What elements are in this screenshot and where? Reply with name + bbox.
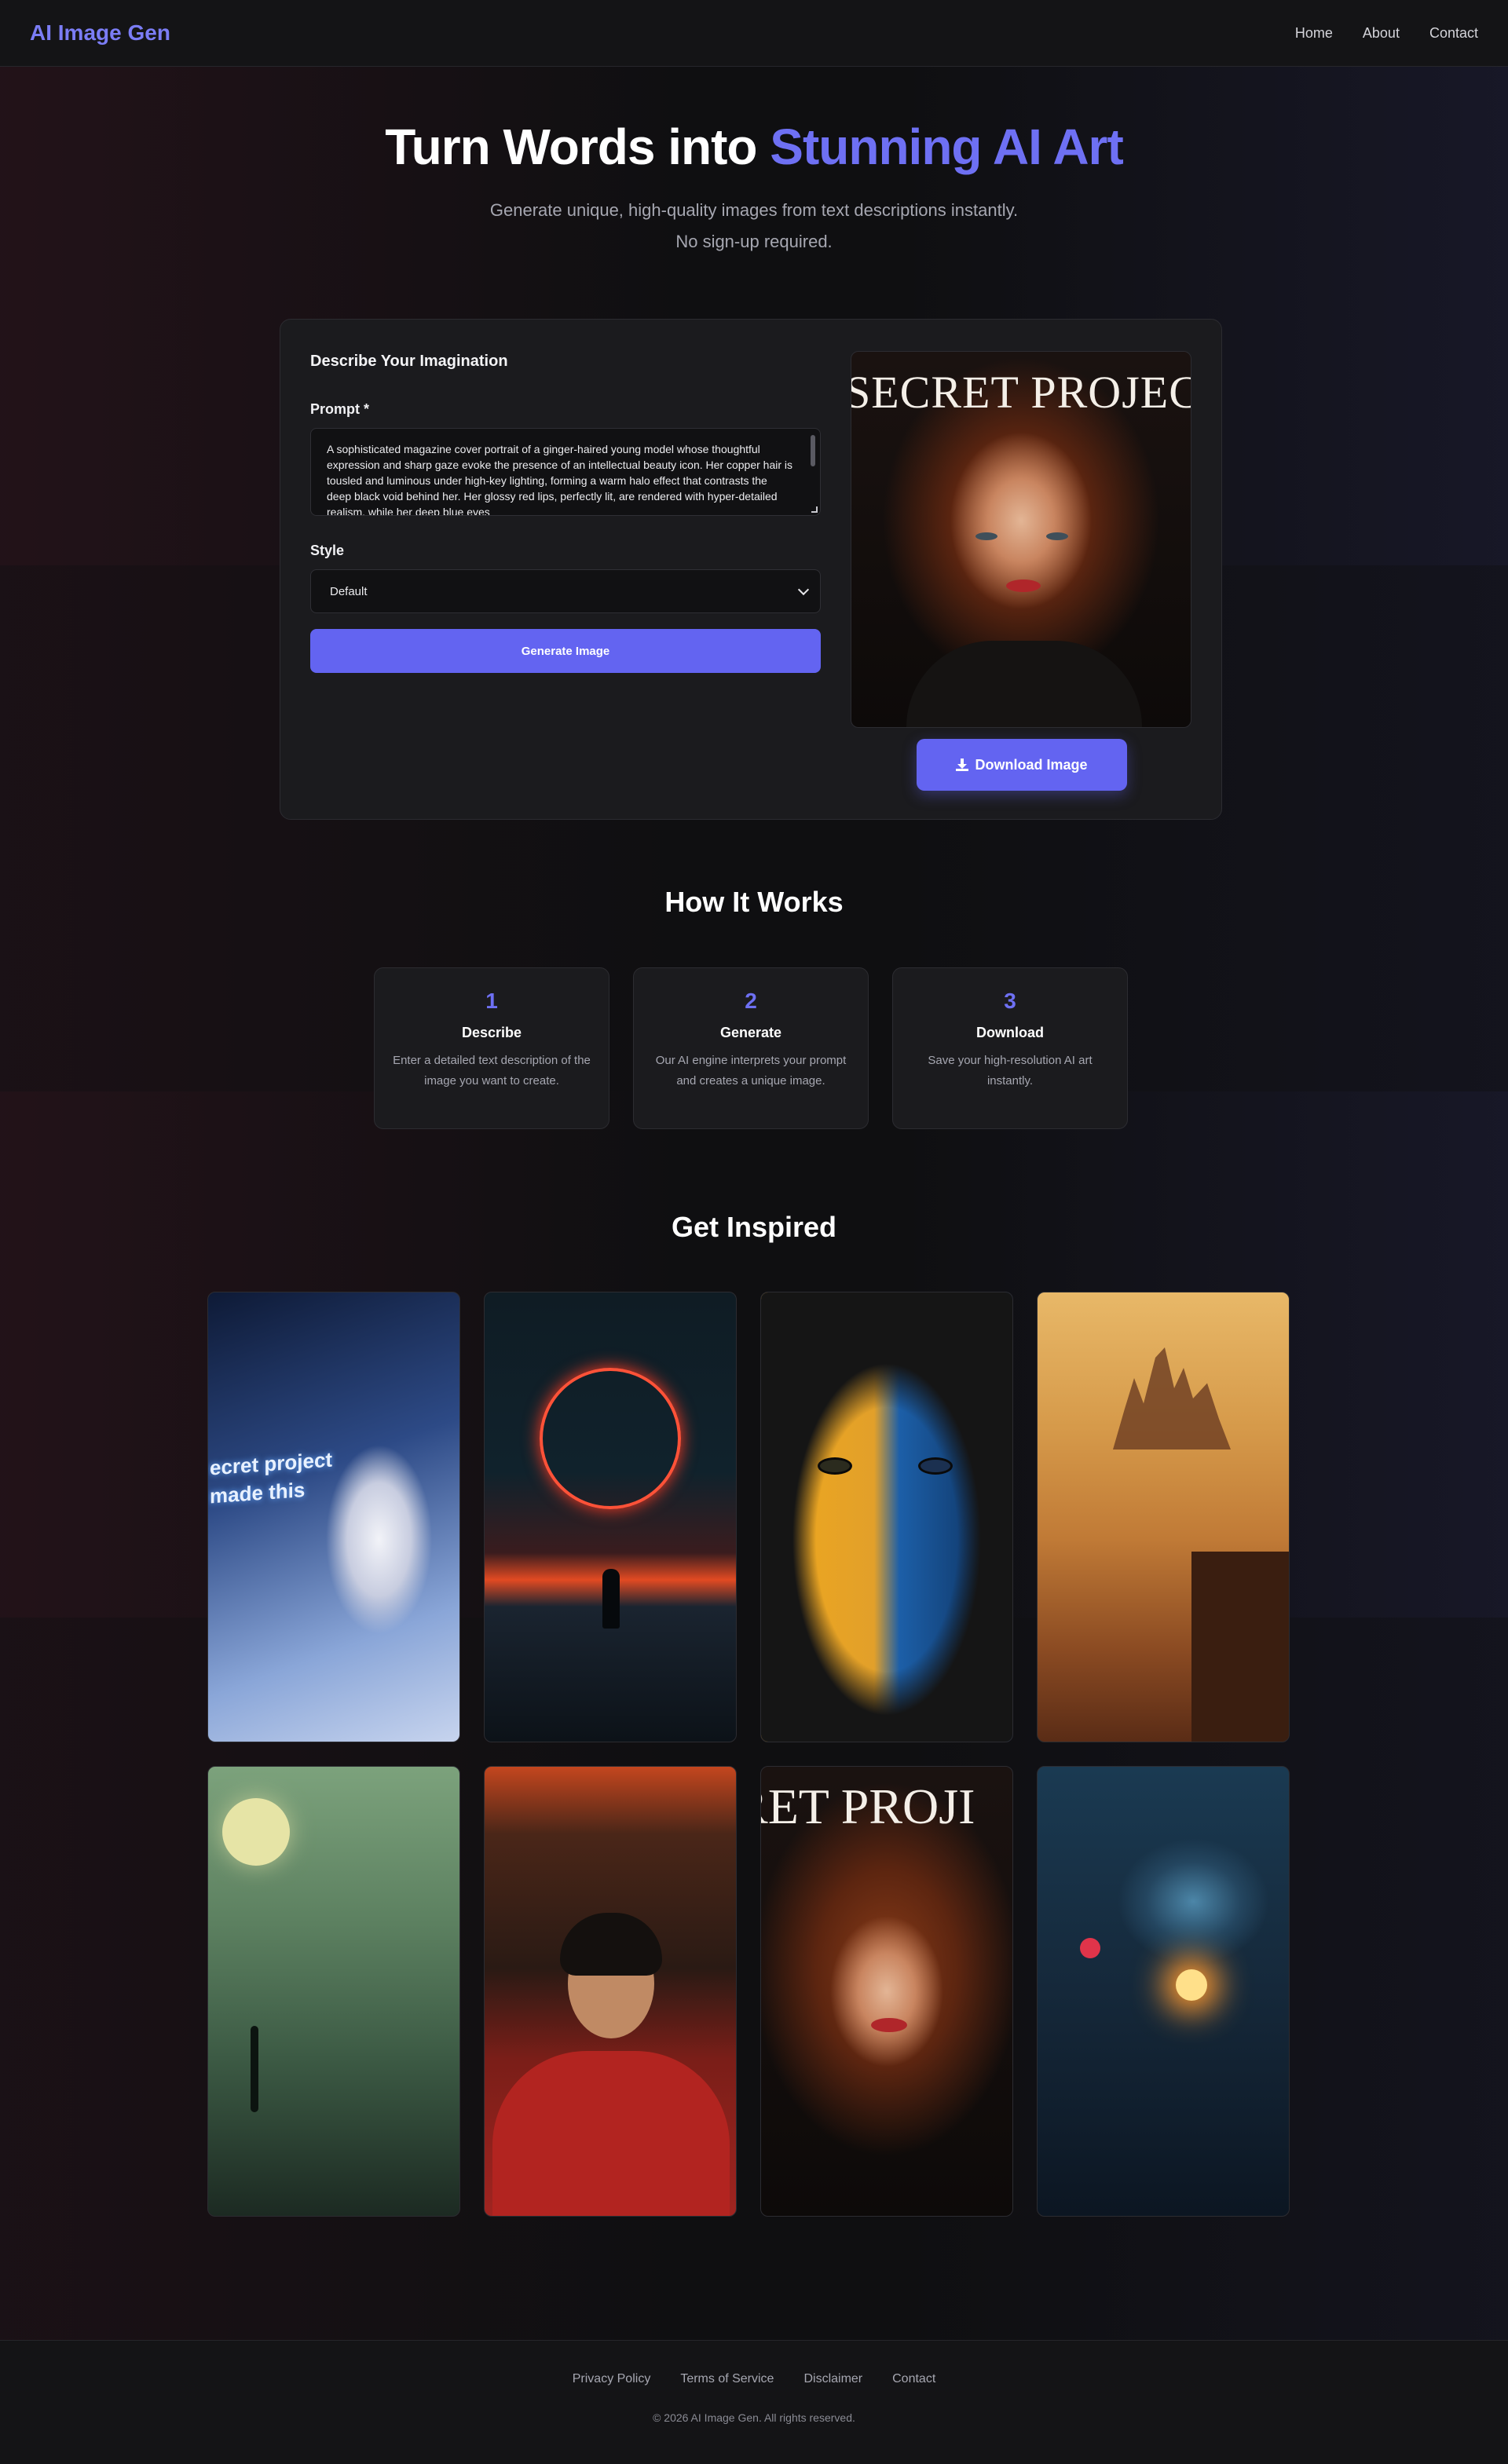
step-name: Describe — [461, 1025, 522, 1040]
step-name: Download — [976, 1025, 1044, 1040]
prompt-scrollbar[interactable] — [811, 435, 815, 466]
gallery-image-desert-castle[interactable] — [1037, 1292, 1290, 1742]
cliff-edge — [1191, 1552, 1289, 1742]
eclipse-ring — [540, 1368, 681, 1509]
how-it-works-title: How It Works — [664, 886, 844, 918]
hero-title-lead: Turn Words into — [385, 119, 770, 175]
step-name: Generate — [719, 1025, 782, 1040]
gallery-image-heron-swamp[interactable] — [207, 1766, 460, 2217]
get-inspired-title: Get Inspired — [671, 1211, 837, 1243]
step-description: Our AI engine interprets your prompt and… — [655, 1054, 847, 1088]
site-header: AI Image Gen Home About Contact — [0, 0, 1508, 67]
rose — [1080, 1938, 1100, 1958]
castle-silhouette — [1113, 1347, 1231, 1450]
hero-section: Turn Words into Stunning AI Art Generate… — [0, 118, 1508, 258]
chevron-down-icon — [797, 583, 810, 595]
style-select[interactable]: Default — [310, 569, 821, 613]
nav-contact[interactable]: Contact — [1429, 25, 1478, 42]
generator-title: Describe Your Imagination — [310, 353, 508, 370]
face-eye — [918, 1457, 953, 1475]
portrait-lips — [1006, 579, 1041, 592]
nav-home[interactable]: Home — [1295, 25, 1333, 42]
gallery-image-cat[interactable]: ecret project made this — [207, 1292, 460, 1742]
face-eye — [818, 1457, 852, 1475]
generated-image: SECRET PROJECT — [851, 351, 1191, 728]
prompt-label: Prompt * — [310, 401, 370, 417]
moon — [222, 1798, 290, 1866]
portrait-eye — [1046, 532, 1068, 540]
step-number: 2 — [745, 989, 757, 1013]
prompt-textarea[interactable]: A sophisticated magazine cover portrait … — [310, 428, 821, 516]
gallery-image-split-face[interactable] — [760, 1292, 1013, 1742]
gallery-image-magazine-cover[interactable]: RET PROJI — [760, 1766, 1013, 2217]
steps-list: 1 Describe Enter a detailed text descrip… — [374, 967, 1128, 1129]
footer-terms-of-service[interactable]: Terms of Service — [680, 2372, 774, 2386]
portrait-sweater — [906, 641, 1142, 727]
step-number: 1 — [485, 989, 498, 1013]
hero-title: Turn Words into Stunning AI Art — [0, 118, 1508, 176]
portrait-eye — [975, 532, 997, 540]
gallery-image-eclipse[interactable] — [484, 1292, 737, 1742]
step-card-generate: 2 Generate Our AI engine interprets your… — [633, 967, 869, 1129]
site-footer: Privacy Policy Terms of Service Disclaim… — [0, 2340, 1508, 2464]
heron-silhouette — [251, 2026, 258, 2112]
download-icon — [956, 759, 969, 771]
step-card-describe: 1 Describe Enter a detailed text descrip… — [374, 967, 609, 1129]
footer-links: Privacy Policy Terms of Service Disclaim… — [0, 2372, 1508, 2386]
site-logo[interactable]: AI Image Gen — [30, 20, 170, 46]
hero-title-accent: Stunning AI Art — [770, 119, 1123, 175]
lone-figure — [602, 1569, 620, 1629]
spark-glow — [1176, 1969, 1207, 2001]
gallery-image-rose-spark[interactable] — [1037, 1766, 1290, 2217]
cover-title-text: SECRET PROJECT — [851, 367, 1191, 418]
portrait-lips — [871, 2018, 907, 2032]
man-hair — [560, 1913, 662, 1976]
copyright: © 2026 AI Image Gen. All rights reserved… — [653, 2411, 855, 2424]
step-description: Enter a detailed text description of the… — [393, 1054, 591, 1088]
hero-subtitle: Generate unique, high-quality images fro… — [489, 200, 1019, 251]
gallery-image-man-with-cats[interactable] — [484, 1766, 737, 2217]
footer-disclaimer[interactable]: Disclaimer — [803, 2372, 862, 2386]
nav-about[interactable]: About — [1363, 25, 1400, 42]
generate-image-button[interactable]: Generate Image — [310, 629, 821, 673]
footer-contact[interactable]: Contact — [892, 2372, 935, 2386]
inspiration-gallery: ecret project made this RET PROJI — [207, 1292, 1293, 2217]
cover-title-text: RET PROJI — [761, 1779, 975, 1834]
step-card-download: 3 Download Save your high-resolution AI … — [892, 967, 1128, 1129]
step-number: 3 — [1004, 989, 1016, 1013]
generator-card: Describe Your Imagination Prompt * A sop… — [280, 319, 1222, 820]
cat-screen-text: ecret project made this — [210, 1446, 332, 1511]
red-sweater — [492, 2051, 730, 2216]
main-nav: Home About Contact — [1295, 25, 1478, 42]
resize-handle-icon[interactable] — [811, 506, 818, 513]
style-selected-value: Default — [330, 584, 368, 598]
download-image-button[interactable]: Download Image — [917, 739, 1127, 791]
download-label: Download Image — [975, 756, 1088, 773]
footer-privacy-policy[interactable]: Privacy Policy — [573, 2372, 651, 2386]
step-description: Save your high-resolution AI art instant… — [928, 1054, 1093, 1088]
style-label: Style — [310, 543, 345, 558]
prompt-text: A sophisticated magazine cover portrait … — [327, 443, 793, 516]
